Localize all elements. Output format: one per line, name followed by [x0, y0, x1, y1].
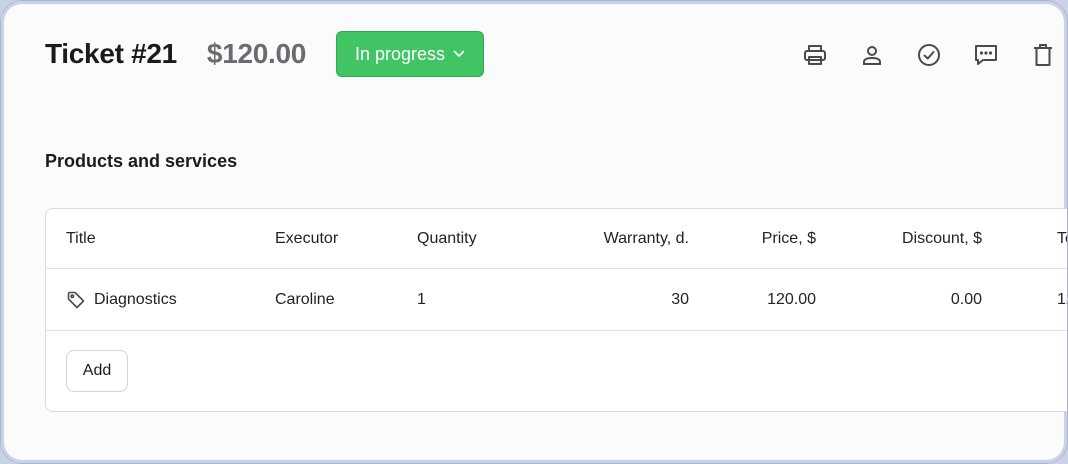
cell-title: Diagnostics	[66, 269, 177, 330]
printer-icon[interactable]	[799, 37, 831, 73]
tag-icon	[66, 290, 86, 310]
cell-discount: 0.00	[950, 290, 982, 308]
status-dropdown[interactable]: In progress	[336, 31, 485, 77]
comment-icon[interactable]	[970, 37, 1002, 73]
cell-price: 120.00	[767, 290, 816, 308]
cell-total: 12	[1057, 290, 1067, 308]
column-warranty: Warranty, d.	[603, 229, 689, 247]
section-title: Products and services	[45, 151, 238, 171]
products-table: Title Executor Quantity Warranty, d. Pri…	[45, 208, 1067, 412]
column-quantity: Quantity	[417, 229, 477, 247]
ticket-toolbar	[799, 37, 1067, 73]
column-total: Te	[1057, 229, 1067, 247]
column-price: Price, $	[761, 229, 816, 247]
cell-quantity: 1	[417, 290, 426, 308]
check-circle-icon[interactable]	[913, 37, 945, 73]
status-label: In progress	[355, 43, 446, 64]
table-header-row: Title Executor Quantity Warranty, d. Pri…	[46, 209, 1067, 269]
table-row[interactable]: Diagnostics Caroline 1 30 120.00 0.00 12	[46, 269, 1067, 331]
user-icon[interactable]	[856, 37, 888, 73]
trash-icon[interactable]	[1027, 37, 1059, 73]
ticket-title: Ticket #21	[45, 38, 177, 69]
ticket-amount: $120.00	[206, 38, 307, 69]
cell-executor: Caroline	[275, 290, 335, 308]
column-executor: Executor	[275, 229, 339, 247]
add-button[interactable]: Add	[66, 350, 128, 392]
item-title: Diagnostics	[94, 290, 177, 308]
chevron-down-icon	[453, 50, 465, 58]
column-title: Title	[66, 229, 96, 247]
column-discount: Discount, $	[901, 229, 982, 247]
cell-warranty: 30	[671, 290, 689, 308]
ticket-window: Ticket #21 $120.00 In progress Products …	[0, 0, 1068, 464]
ticket-header: Ticket #21 $120.00 In progress	[45, 29, 485, 79]
